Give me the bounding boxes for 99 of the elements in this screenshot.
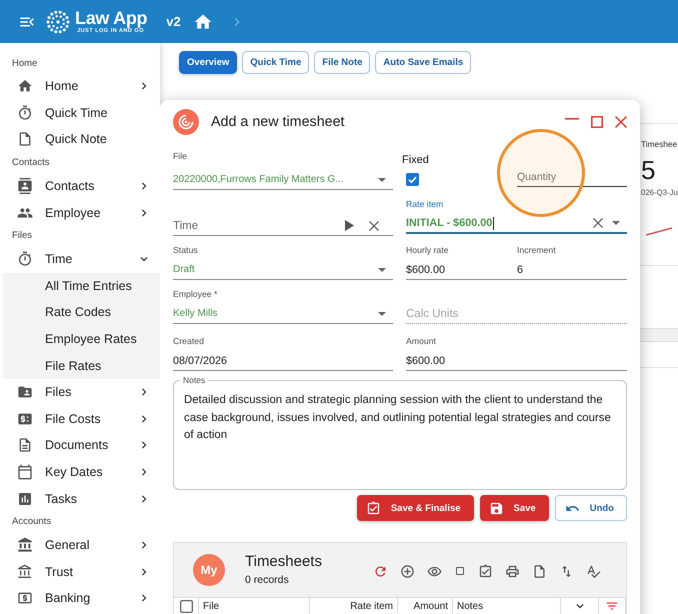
bar-chart-icon — [17, 490, 33, 507]
section-title: Files — [11, 229, 34, 244]
hourly-rate-label: Hourly rate — [406, 245, 450, 256]
nav-item[interactable]: Employee — [0, 199, 160, 226]
dropdown-caret-icon[interactable] — [378, 178, 386, 182]
maximize-icon[interactable] — [591, 116, 603, 128]
submenu-item[interactable]: Rate Codes — [3, 299, 160, 326]
tab[interactable]: Auto Save Emails — [375, 51, 472, 74]
select-all-checkbox[interactable] — [180, 600, 192, 612]
nav-item[interactable]: Quick Note — [0, 126, 160, 153]
spellcheck-icon[interactable] — [586, 564, 601, 578]
clipboard-check-icon[interactable] — [478, 564, 493, 578]
home-icon — [17, 78, 33, 94]
notes-label: Notes — [182, 375, 206, 386]
dropdown-caret-icon[interactable] — [378, 268, 386, 272]
status-label: Status — [173, 245, 199, 256]
sort-icon[interactable] — [559, 564, 574, 578]
column-header: File — [199, 598, 310, 614]
bank-icon — [17, 564, 33, 580]
add-icon[interactable] — [400, 564, 415, 578]
increment-field[interactable]: 6 — [517, 260, 627, 280]
file-label: File — [173, 151, 188, 162]
logo-icon — [46, 10, 70, 34]
dollar-card-icon — [17, 410, 33, 427]
dialog-title: Add a new timesheet — [211, 114, 346, 130]
nav-item[interactable]: General — [0, 532, 160, 558]
column-header: Amount — [398, 598, 453, 614]
nav-item[interactable]: Quick Time — [0, 100, 160, 126]
version-label: v2 — [166, 14, 181, 29]
amount-field[interactable]: $600.00 — [406, 351, 627, 371]
spiral-icon — [173, 109, 199, 135]
submenu-item[interactable]: All Time Entries — [3, 272, 160, 300]
fixed-checkbox[interactable] — [406, 173, 419, 186]
document-icon — [17, 437, 33, 454]
bank-icon — [17, 537, 33, 554]
tab[interactable]: Overview — [179, 51, 238, 74]
save-finalise-button[interactable]: Save & Finalise — [356, 495, 474, 521]
cash-icon — [17, 590, 33, 606]
minimize-icon[interactable] — [565, 118, 579, 120]
notes-field[interactable]: Notes Detailed discussion and strategic planning session with the client to understand the case background, issues involved, and outlining potential legal strategies and course of action — [173, 375, 627, 490]
calendar-icon — [17, 464, 33, 480]
document-icon — [17, 131, 33, 148]
amount-label: Amount — [406, 336, 437, 347]
column-header: Notes — [453, 598, 561, 614]
refresh-icon[interactable] — [373, 564, 388, 578]
folder-icon — [17, 384, 33, 400]
panel-title: Timesheets — [245, 553, 322, 571]
card-value: 5 — [641, 157, 656, 183]
nav-item[interactable]: Files — [0, 378, 160, 406]
fixed-label: Fixed — [402, 154, 430, 167]
record-count: 0 records — [245, 573, 290, 587]
nav-item[interactable]: Contacts — [0, 172, 160, 200]
file-icon[interactable] — [532, 564, 547, 578]
column-header: Rate item — [310, 598, 398, 614]
nav-item[interactable]: Key Dates — [0, 458, 160, 486]
home-icon[interactable] — [192, 12, 213, 32]
stopwatch-icon — [17, 104, 33, 121]
rate-item-label: Rate item — [406, 199, 444, 210]
save-icon — [488, 500, 504, 516]
stopwatch-icon — [17, 251, 33, 268]
close-icon[interactable] — [615, 116, 627, 128]
time-field[interactable]: Time — [173, 216, 393, 236]
contact-card-icon — [17, 178, 33, 194]
clipboard-check-icon — [366, 500, 381, 516]
tab[interactable]: Quick Time — [242, 51, 310, 74]
clear-icon[interactable] — [369, 220, 379, 230]
created-label: Created — [173, 336, 205, 347]
logo-name: Law App — [75, 8, 148, 28]
file-select[interactable]: 20220000,Furrows Family Matters G... — [173, 170, 393, 190]
save-button[interactable]: Save — [480, 495, 549, 521]
submenu-item[interactable]: File Rates — [3, 352, 160, 379]
avatar: My — [193, 554, 225, 586]
tab[interactable]: File Note — [314, 51, 370, 74]
notes-text: Detailed discussion and strategic planning session with the client to understand the case background, issues involved, and outlining potential legal strategies and course of action — [184, 393, 612, 443]
section-title: Home — [11, 56, 38, 70]
card-title: Timeshee — [641, 138, 678, 151]
text-cursor — [493, 216, 494, 230]
hourly-rate-field[interactable]: $600.00 — [406, 260, 517, 280]
submenu-item[interactable]: Employee Rates — [3, 326, 160, 352]
nav-item[interactable]: File Costs — [0, 406, 160, 432]
play-icon[interactable] — [345, 220, 354, 231]
section-title: Accounts — [11, 515, 52, 530]
quantity-field[interactable]: Quantity — [517, 167, 627, 187]
nav-item[interactable]: Banking — [0, 585, 160, 612]
dropdown-caret-icon[interactable] — [378, 312, 386, 316]
clear-icon[interactable] — [593, 218, 603, 228]
nav-item[interactable]: Documents — [0, 432, 160, 459]
nav-item[interactable]: Tasks — [0, 485, 160, 512]
nav-item[interactable]: Trust — [0, 558, 160, 586]
nav-item[interactable]: Home — [0, 73, 160, 100]
section-title: Contacts — [11, 156, 50, 170]
trend-line — [646, 227, 672, 236]
employee-label: Employee * — [173, 289, 218, 300]
undo-button[interactable]: Undo — [554, 495, 627, 521]
created-date-field[interactable]: 08/07/2026 — [173, 351, 393, 371]
nav-item[interactable]: Time — [0, 246, 160, 273]
print-icon[interactable] — [505, 564, 520, 578]
increment-label: Increment — [517, 245, 557, 256]
dropdown-caret-icon[interactable] — [612, 221, 620, 225]
